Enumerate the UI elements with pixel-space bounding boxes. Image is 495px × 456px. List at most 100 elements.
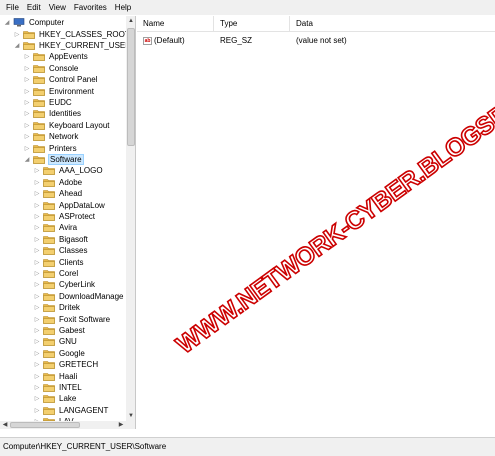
tree-node-clients[interactable]: ▷ Clients xyxy=(33,256,84,267)
tree-node-hkey-current-user[interactable]: ◢ HKEY_CURRENT_USER xyxy=(13,40,126,51)
tree-node-gabest[interactable]: ▷ Gabest xyxy=(33,325,86,336)
folder-icon xyxy=(43,178,55,187)
collapsed-arrow-icon[interactable]: ▷ xyxy=(33,384,41,391)
tree-node-foxit-software[interactable]: ▷ Foxit Software xyxy=(33,313,111,324)
tree-node-cyberlink[interactable]: ▷ CyberLink xyxy=(33,279,96,290)
tree-node-label: Lake xyxy=(59,394,77,404)
tree-node-asprotect[interactable]: ▷ ASProtect xyxy=(33,211,96,222)
menu-favorites[interactable]: Favorites xyxy=(71,0,110,15)
menu-view[interactable]: View xyxy=(46,0,69,15)
vertical-scroll-thumb[interactable] xyxy=(127,28,135,146)
collapsed-arrow-icon[interactable]: ▷ xyxy=(23,53,31,60)
column-header-type[interactable]: Type xyxy=(214,16,290,32)
expanded-arrow-icon[interactable]: ◢ xyxy=(23,156,31,163)
tree-node-aaa-logo[interactable]: ▷ AAA_LOGO xyxy=(33,165,104,176)
tree-node-label: LANGAGENT xyxy=(59,405,109,415)
value-data: (value not set) xyxy=(296,36,347,45)
collapsed-arrow-icon[interactable]: ▷ xyxy=(33,407,41,414)
tree-node-haali[interactable]: ▷ Haali xyxy=(33,370,78,381)
tree-node-identities[interactable]: ▷ Identities xyxy=(23,108,82,119)
collapsed-arrow-icon[interactable]: ▷ xyxy=(33,259,41,266)
value-row-default[interactable]: ab (Default) xyxy=(143,35,185,47)
tree-node-ahead[interactable]: ▷ Ahead xyxy=(33,188,83,199)
tree-node-gretech[interactable]: ▷ GRETECH xyxy=(33,359,99,370)
collapsed-arrow-icon[interactable]: ▷ xyxy=(33,213,41,220)
tree-node-computer[interactable]: ◢ Computer xyxy=(3,17,65,28)
tree-node-appdatalow[interactable]: ▷ AppDataLow xyxy=(33,199,106,210)
tree-node-bigasoft[interactable]: ▷ Bigasoft xyxy=(33,234,89,245)
tree-node-gnu[interactable]: ▷ GNU xyxy=(33,336,78,347)
collapsed-arrow-icon[interactable]: ▷ xyxy=(33,190,41,197)
tree-node-dritek[interactable]: ▷ Dritek xyxy=(33,302,81,313)
tree-node-corel[interactable]: ▷ Corel xyxy=(33,268,79,279)
tree-node-adobe[interactable]: ▷ Adobe xyxy=(33,177,83,188)
folder-icon xyxy=(43,201,55,210)
tree-node-environment[interactable]: ▷ Environment xyxy=(23,85,95,96)
tree-node-google[interactable]: ▷ Google xyxy=(33,348,86,359)
scroll-down-arrow-icon[interactable]: ▼ xyxy=(126,411,135,421)
tree-node-intel[interactable]: ▷ INTEL xyxy=(33,382,83,393)
collapsed-arrow-icon[interactable]: ▷ xyxy=(33,179,41,186)
folder-icon xyxy=(43,189,55,198)
collapsed-arrow-icon[interactable]: ▷ xyxy=(33,373,41,380)
collapsed-arrow-icon[interactable]: ▷ xyxy=(23,122,31,129)
horizontal-scroll-thumb[interactable] xyxy=(10,422,80,428)
column-header-data[interactable]: Data xyxy=(290,16,495,32)
scroll-left-arrow-icon[interactable]: ◀ xyxy=(0,421,10,429)
tree-node-langagent[interactable]: ▷ LANGAGENT xyxy=(33,405,109,416)
expanded-arrow-icon[interactable]: ◢ xyxy=(3,19,11,26)
tree-node-appevents[interactable]: ▷ AppEvents xyxy=(23,51,89,62)
collapsed-arrow-icon[interactable]: ▷ xyxy=(23,76,31,83)
tree-node-downloadmanage[interactable]: ▷ DownloadManage xyxy=(33,291,125,302)
tree-node-lake[interactable]: ▷ Lake xyxy=(33,393,77,404)
collapsed-arrow-icon[interactable]: ▷ xyxy=(33,236,41,243)
menu-help[interactable]: Help xyxy=(112,0,134,15)
collapsed-arrow-icon[interactable]: ▷ xyxy=(33,338,41,345)
expanded-arrow-icon[interactable]: ◢ xyxy=(13,42,21,49)
folder-icon xyxy=(43,269,55,278)
collapsed-arrow-icon[interactable]: ▷ xyxy=(33,247,41,254)
tree-node-hkey-classes-root[interactable]: ▷ HKEY_CLASSES_ROOT xyxy=(13,28,126,39)
collapsed-arrow-icon[interactable]: ▷ xyxy=(33,270,41,277)
scroll-right-arrow-icon[interactable]: ▶ xyxy=(116,421,126,429)
tree-node-software[interactable]: ◢ Software xyxy=(23,153,84,165)
tree-node-classes[interactable]: ▷ Classes xyxy=(33,245,88,256)
folder-icon xyxy=(43,372,55,381)
collapsed-arrow-icon[interactable]: ▷ xyxy=(33,316,41,323)
collapsed-arrow-icon[interactable]: ▷ xyxy=(13,31,21,38)
scroll-up-arrow-icon[interactable]: ▲ xyxy=(126,16,135,26)
registry-tree: ◢ Computer ▷ HKEY_CLASSES_ROOT ◢ HKEY_CURRENT… xyxy=(0,16,126,421)
tree-horizontal-scrollbar[interactable]: ◀ ▶ xyxy=(0,421,126,429)
tree-node-label: Foxit Software xyxy=(59,314,111,324)
tree-node-control-panel[interactable]: ▷ Control Panel xyxy=(23,74,98,85)
tree-node-network[interactable]: ▷ Network xyxy=(23,131,79,142)
collapsed-arrow-icon[interactable]: ▷ xyxy=(33,304,41,311)
tree-node-keyboard-layout[interactable]: ▷ Keyboard Layout xyxy=(23,120,111,131)
tree-node-avira[interactable]: ▷ Avira xyxy=(33,222,78,233)
tree-node-label: Gabest xyxy=(59,325,85,335)
tree-node-label: ASProtect xyxy=(59,211,96,221)
collapsed-arrow-icon[interactable]: ▷ xyxy=(23,65,31,72)
collapsed-arrow-icon[interactable]: ▷ xyxy=(33,293,41,300)
collapsed-arrow-icon[interactable]: ▷ xyxy=(33,167,41,174)
column-header-name[interactable]: Name xyxy=(137,16,214,32)
tree-vertical-scrollbar[interactable]: ▲ ▼ xyxy=(126,16,135,421)
collapsed-arrow-icon[interactable]: ▷ xyxy=(23,145,31,152)
collapsed-arrow-icon[interactable]: ▷ xyxy=(33,350,41,357)
collapsed-arrow-icon[interactable]: ▷ xyxy=(33,224,41,231)
tree-node-console[interactable]: ▷ Console xyxy=(23,63,79,74)
collapsed-arrow-icon[interactable]: ▷ xyxy=(33,281,41,288)
collapsed-arrow-icon[interactable]: ▷ xyxy=(33,395,41,402)
menu-file[interactable]: File xyxy=(3,0,22,15)
tree-node-eudc[interactable]: ▷ EUDC xyxy=(23,97,73,108)
folder-icon xyxy=(33,98,45,107)
collapsed-arrow-icon[interactable]: ▷ xyxy=(23,88,31,95)
collapsed-arrow-icon[interactable]: ▷ xyxy=(23,110,31,117)
collapsed-arrow-icon[interactable]: ▷ xyxy=(33,202,41,209)
collapsed-arrow-icon[interactable]: ▷ xyxy=(23,99,31,106)
collapsed-arrow-icon[interactable]: ▷ xyxy=(33,327,41,334)
collapsed-arrow-icon[interactable]: ▷ xyxy=(23,133,31,140)
tree-node-printers[interactable]: ▷ Printers xyxy=(23,142,78,153)
menu-edit[interactable]: Edit xyxy=(24,0,44,15)
collapsed-arrow-icon[interactable]: ▷ xyxy=(33,361,41,368)
